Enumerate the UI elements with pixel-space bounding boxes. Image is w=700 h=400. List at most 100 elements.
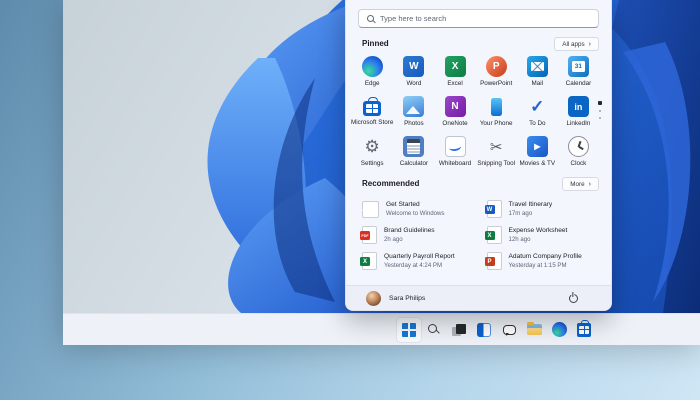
pinned-app-tile[interactable]: Excel [434,54,475,94]
recommended-item-subtitle: 2h ago [384,236,435,243]
pinned-app-tile[interactable]: OneNote [434,94,475,134]
todo-icon [527,96,548,117]
recommended-item-subtitle: Yesterday at 1:15 PM [509,262,582,269]
pinned-app-label: Whiteboard [439,160,471,167]
chevron-right-icon: › [589,181,591,188]
taskbar-button[interactable] [422,318,446,342]
pinned-app-label: Microsoft Store [351,119,393,126]
taskbar-button[interactable] [572,318,596,342]
word-icon [403,56,424,77]
recommended-item[interactable]: Adatum Company Profile Yesterday at 1:15… [481,248,604,274]
pinned-app-tile[interactable]: Photos [393,94,434,134]
pinned-app-label: Movies & TV [520,160,556,167]
pinned-app-label: LinkedIn [567,120,591,127]
search-input[interactable] [380,14,590,23]
exceldoc-icon [487,226,502,244]
exceldoc-icon [362,252,377,270]
pinned-app-tile[interactable]: Settings [351,134,393,174]
pdf-icon [362,226,377,244]
recommended-item-subtitle: 12h ago [509,236,568,243]
store-icon [363,101,381,116]
recommended-item[interactable]: Expense Worksheet 12h ago [481,222,604,248]
taskbar-button[interactable] [472,318,496,342]
start-search-box[interactable] [358,9,599,28]
mail-icon [527,56,548,77]
taskview-icon [452,323,466,337]
desktop-screen: Pinned All apps › Edge Word Excel [63,0,700,345]
pinned-app-tile[interactable]: Mail [517,54,558,94]
recommended-item[interactable]: Quarterly Payroll Report Yesterday at 4:… [356,248,479,274]
pinned-app-tile[interactable]: Whiteboard [434,134,475,174]
pinned-app-label: Photos [404,120,424,127]
recommended-item-title: Get Started [386,201,444,208]
pinned-app-tile[interactable]: Snipping Tool [476,134,517,174]
taskbar-button[interactable] [397,318,421,342]
pinned-app-tile[interactable]: LinkedIn [558,94,599,134]
chevron-right-icon: › [589,41,591,48]
snipping-icon [486,136,507,157]
calendar-icon [568,56,589,77]
taskbar [63,313,700,345]
more-button[interactable]: More › [562,177,599,191]
all-apps-label: All apps [562,41,584,48]
taskbar-icons [397,314,596,345]
settings-icon [362,136,383,157]
power-icon [569,294,578,303]
taskbar-button[interactable] [547,318,571,342]
calculator-icon [403,136,424,157]
taskbar-button[interactable] [522,318,546,342]
more-label: More [570,181,584,188]
recommended-item-subtitle: Welcome to Windows [386,210,444,217]
recommended-item[interactable]: Brand Guidelines 2h ago [356,222,479,248]
recommended-item-title: Adatum Company Profile [509,253,582,260]
recommended-item[interactable]: Get Started Welcome to Windows [356,196,479,222]
pinned-page-indicator[interactable] [598,101,602,119]
pinned-app-label: Snipping Tool [477,160,515,167]
pinned-apps-grid: Edge Word Excel PowerPoint [351,54,599,174]
search-icon [367,15,374,22]
store-icon [577,323,591,337]
user-avatar[interactable] [366,291,381,306]
pinned-app-label: Excel [447,80,462,87]
pinned-app-label: Mail [532,80,544,87]
pinned-app-tile[interactable]: To Do [517,94,558,134]
pinned-app-tile[interactable]: Edge [351,54,393,94]
pinned-app-label: Clock [571,160,587,167]
recommended-item[interactable]: Travel Itinerary 17m ago [481,196,604,222]
start-menu-footer: Sara Philips [346,285,611,310]
recommended-item-title: Brand Guidelines [384,227,435,234]
user-name[interactable]: Sara Philips [389,295,425,302]
pinned-app-tile[interactable]: Your Phone [476,94,517,134]
explorer-icon [527,324,542,335]
pinned-app-tile[interactable]: PowerPoint [476,54,517,94]
pinned-app-tile[interactable]: Calendar [558,54,599,94]
getstarted-icon [362,201,379,218]
movies-icon [527,136,548,157]
pinned-app-tile[interactable]: Word [393,54,434,94]
clock-icon [568,136,589,157]
pinned-app-tile[interactable]: Movies & TV [517,134,558,174]
whiteboard-icon [445,136,466,157]
pinned-app-tile[interactable]: Calculator [393,134,434,174]
linkedin-icon [568,96,589,117]
recommended-header: Recommended [362,179,419,188]
recommended-item-title: Travel Itinerary [509,201,553,208]
recommended-item-subtitle: 17m ago [509,210,553,217]
edge-icon [362,56,383,77]
taskbar-button[interactable] [447,318,471,342]
start-icon [402,323,416,337]
taskbar-button[interactable] [497,318,521,342]
recommended-item-title: Quarterly Payroll Report [384,253,455,260]
pinned-app-label: Your Phone [480,120,513,127]
power-button[interactable] [565,290,581,306]
pinned-app-label: Calendar [566,80,592,87]
pinned-header: Pinned [362,39,389,48]
pinned-app-tile[interactable]: Microsoft Store [351,94,393,134]
recommended-item-subtitle: Yesterday at 4:24 PM [384,262,455,269]
search-icon [428,324,437,333]
pinned-app-label: Edge [365,80,380,87]
worddoc-icon [487,200,502,218]
all-apps-button[interactable]: All apps › [554,37,599,51]
pinned-app-tile[interactable]: Clock [558,134,599,174]
photos-icon [403,96,424,117]
